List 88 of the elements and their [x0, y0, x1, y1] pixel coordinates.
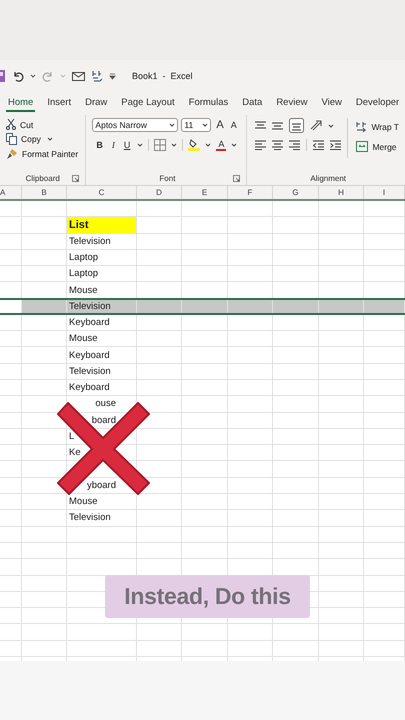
- launcher-icon[interactable]: [72, 175, 80, 182]
- table-cell-text: Laptop: [68, 251, 98, 266]
- shrink-font-button[interactable]: A: [228, 120, 239, 130]
- table-cell-text: Keyboard: [68, 381, 110, 396]
- ribbon-tab[interactable]: Review: [269, 92, 314, 115]
- table-cell-text: Television: [68, 364, 111, 379]
- copy-button[interactable]: Copy: [4, 132, 43, 146]
- copy-icon: [6, 133, 17, 145]
- table-cell-text: Keyboard: [68, 316, 110, 330]
- wrap-text-icon: [356, 121, 368, 133]
- caret-icon[interactable]: [205, 142, 212, 148]
- merge-button[interactable]: Merge: [354, 140, 401, 153]
- borders-icon[interactable]: [154, 138, 166, 150]
- header-cell: List: [67, 217, 136, 233]
- bold-button[interactable]: B: [94, 140, 105, 150]
- table-cell-text: Television: [68, 234, 111, 249]
- ribbon-tab[interactable]: Data: [235, 92, 270, 115]
- scissors-icon: [6, 119, 16, 130]
- selected-row[interactable]: Television: [0, 298, 405, 315]
- group-label: Clipboard: [26, 174, 60, 183]
- table-cell-text: board: [90, 414, 116, 428]
- underline-button[interactable]: U: [122, 140, 132, 150]
- paintbrush-icon: [6, 148, 18, 160]
- column-header[interactable]: D: [137, 186, 182, 199]
- table-cell-text: Laptop: [68, 267, 98, 282]
- caret-icon[interactable]: [231, 142, 238, 148]
- column-header[interactable]: H: [319, 186, 364, 199]
- align-left-icon[interactable]: [255, 140, 266, 150]
- column-header[interactable]: A: [0, 186, 22, 199]
- launcher-icon[interactable]: [233, 175, 240, 182]
- wrap-text-button[interactable]: Wrap T: [354, 120, 401, 134]
- align-top-icon[interactable]: [255, 121, 266, 130]
- ribbon-tab[interactable]: Formulas: [182, 92, 236, 115]
- align-center-icon[interactable]: [272, 140, 284, 150]
- align-bottom-icon[interactable]: [289, 118, 304, 133]
- italic-button[interactable]: I: [110, 140, 117, 150]
- table-cell-text: Television: [68, 511, 111, 526]
- instead-caption: Instead, Do this: [105, 575, 310, 618]
- customize-icon[interactable]: [109, 72, 116, 80]
- align-middle-icon[interactable]: [272, 121, 284, 130]
- table-cell-text: L: [68, 430, 74, 444]
- ribbon-tab[interactable]: View: [314, 92, 349, 115]
- ribbon-tab[interactable]: Page Layout: [114, 92, 182, 115]
- table-cell-text: Ke: [68, 446, 81, 460]
- table-cell-text: Mouse: [68, 284, 98, 298]
- font-size-field[interactable]: 11: [181, 118, 212, 132]
- caret-icon[interactable]: [30, 73, 36, 79]
- group-label: Font: [159, 174, 176, 183]
- column-header[interactable]: E: [182, 186, 228, 199]
- caret-icon[interactable]: [171, 142, 178, 148]
- caret-icon[interactable]: [46, 136, 53, 142]
- table-cell-text: Mouse: [68, 495, 98, 510]
- increase-indent-icon[interactable]: [330, 140, 342, 150]
- grow-font-button[interactable]: A: [214, 119, 226, 131]
- save-icon[interactable]: [0, 69, 6, 83]
- column-header[interactable]: F: [228, 186, 273, 199]
- ribbon-tab[interactable]: Insert: [40, 92, 78, 115]
- column-header[interactable]: C: [67, 186, 137, 199]
- merge-icon: [356, 141, 368, 152]
- cross-mark-icon: [54, 399, 153, 498]
- spelling-icon[interactable]: [91, 70, 103, 82]
- column-header[interactable]: B: [22, 186, 67, 199]
- decrease-indent-icon[interactable]: [313, 140, 324, 150]
- column-header[interactable]: G: [273, 186, 319, 199]
- group-label: Alignment: [310, 174, 346, 183]
- envelope-icon[interactable]: [72, 70, 85, 82]
- table-cell-text: Television: [68, 300, 111, 313]
- table-cell-text: ouse: [94, 397, 116, 412]
- table-cell-text: yboard: [86, 478, 116, 493]
- caret-icon[interactable]: [202, 122, 208, 128]
- format-painter-button[interactable]: Format Painter: [4, 147, 80, 161]
- undo-icon[interactable]: [12, 70, 24, 82]
- window-title: Book1 - Excel: [132, 71, 193, 81]
- caret-icon[interactable]: [328, 122, 334, 128]
- font-name-field[interactable]: Aptos Narrow: [92, 118, 178, 132]
- font-color-button[interactable]: A: [216, 138, 226, 150]
- fill-color-icon[interactable]: [188, 138, 200, 151]
- align-right-icon[interactable]: [289, 140, 300, 150]
- table-cell-text: Mouse: [68, 332, 98, 346]
- orientation-icon[interactable]: [310, 120, 322, 131]
- caret-icon[interactable]: [169, 122, 176, 128]
- ribbon-tab[interactable]: Developer: [348, 92, 405, 115]
- ribbon-tab[interactable]: Draw: [78, 92, 114, 115]
- ribbon-tab[interactable]: Home: [6, 92, 36, 112]
- caret-icon[interactable]: [137, 142, 144, 148]
- column-header[interactable]: I: [364, 186, 405, 199]
- cut-button[interactable]: Cut: [4, 118, 36, 131]
- table-cell-text: Keyboard: [68, 348, 110, 363]
